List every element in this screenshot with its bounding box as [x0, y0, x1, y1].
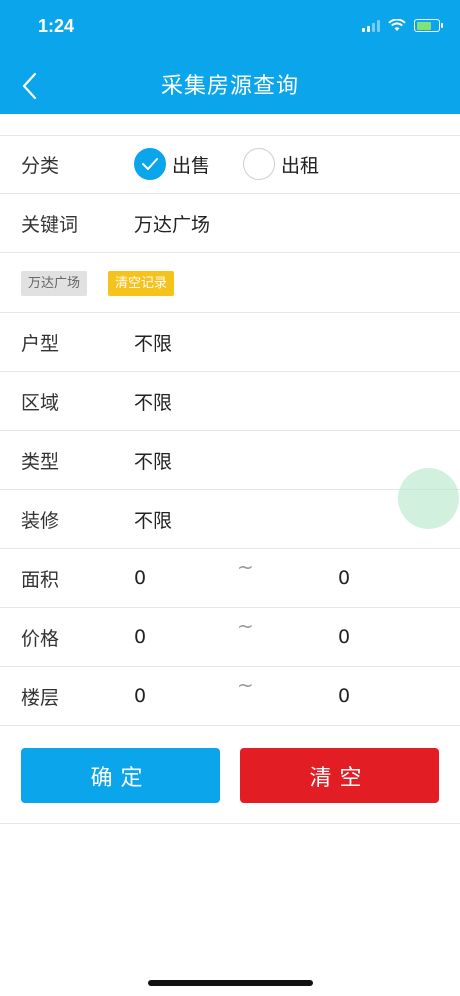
filter-value[interactable]: 不限	[134, 329, 172, 356]
range-label: 价格	[21, 627, 60, 650]
status-icons	[362, 19, 443, 32]
filter-label: 装修	[21, 509, 60, 532]
range-max-input[interactable]: 0	[338, 685, 350, 707]
radio-empty-icon	[243, 148, 275, 180]
filter-value[interactable]: 不限	[134, 388, 172, 415]
signal-icon	[362, 19, 380, 32]
range-min-input[interactable]: 0	[134, 685, 146, 707]
range-separator: ~	[237, 555, 254, 579]
assistive-touch-button[interactable]	[398, 468, 459, 529]
radio-rent[interactable]: 出租	[243, 148, 319, 180]
range-min-input[interactable]: 0	[134, 626, 146, 648]
status-time: 1:24	[38, 16, 75, 36]
wifi-icon	[388, 19, 406, 31]
range-separator: ~	[237, 614, 254, 638]
range-row-size: 面积 0 ~ 0	[0, 549, 460, 608]
category-row: 分类 出售 出租	[0, 136, 460, 194]
clear-history-button[interactable]: 清空记录	[108, 271, 175, 296]
filter-label: 区域	[21, 391, 60, 414]
keyword-label: 关键词	[21, 213, 79, 236]
range-label: 面积	[21, 568, 60, 591]
range-separator: ~	[237, 673, 254, 697]
confirm-button[interactable]: 确定	[21, 748, 220, 803]
filter-row-area[interactable]: 区域 不限	[0, 372, 460, 431]
keyword-input[interactable]: 万达广场	[134, 210, 210, 237]
filter-row-type[interactable]: 类型 不限	[0, 431, 460, 490]
filter-row-layout[interactable]: 户型 不限	[0, 313, 460, 372]
page-title: 采集房源查询	[160, 74, 299, 99]
history-tags: 万达广场 清空记录	[0, 253, 460, 313]
radio-rent-label: 出租	[281, 154, 320, 177]
battery-icon	[414, 19, 443, 32]
clear-button[interactable]: 清空	[240, 748, 439, 803]
keyword-row[interactable]: 关键词 万达广场	[0, 194, 460, 253]
range-min-input[interactable]: 0	[134, 567, 146, 589]
home-indicator[interactable]	[148, 980, 313, 986]
range-label: 楼层	[21, 686, 60, 709]
filter-label: 类型	[21, 450, 60, 473]
range-row-price: 价格 0 ~ 0	[0, 608, 460, 667]
checkmark-icon	[134, 148, 166, 180]
filter-value[interactable]: 不限	[134, 506, 172, 533]
history-tag[interactable]: 万达广场	[21, 271, 88, 296]
range-max-input[interactable]: 0	[338, 567, 350, 589]
search-form: 分类 出售 出租 关键词 万达广场 万达广场 清空记录 户型 不限 区域 不限 …	[0, 135, 460, 726]
category-label: 分类	[21, 155, 60, 177]
filter-label: 户型	[21, 332, 60, 355]
filter-value[interactable]: 不限	[134, 447, 172, 474]
filter-row-decoration[interactable]: 装修 不限	[0, 490, 460, 549]
header-bar: 1:24 采集房源查询	[0, 0, 460, 114]
radio-sale[interactable]: 出售	[134, 148, 210, 180]
range-row-floor: 楼层 0 ~ 0	[0, 667, 460, 726]
divider	[0, 823, 460, 824]
radio-sale-label: 出售	[172, 154, 211, 177]
range-max-input[interactable]: 0	[338, 626, 350, 648]
